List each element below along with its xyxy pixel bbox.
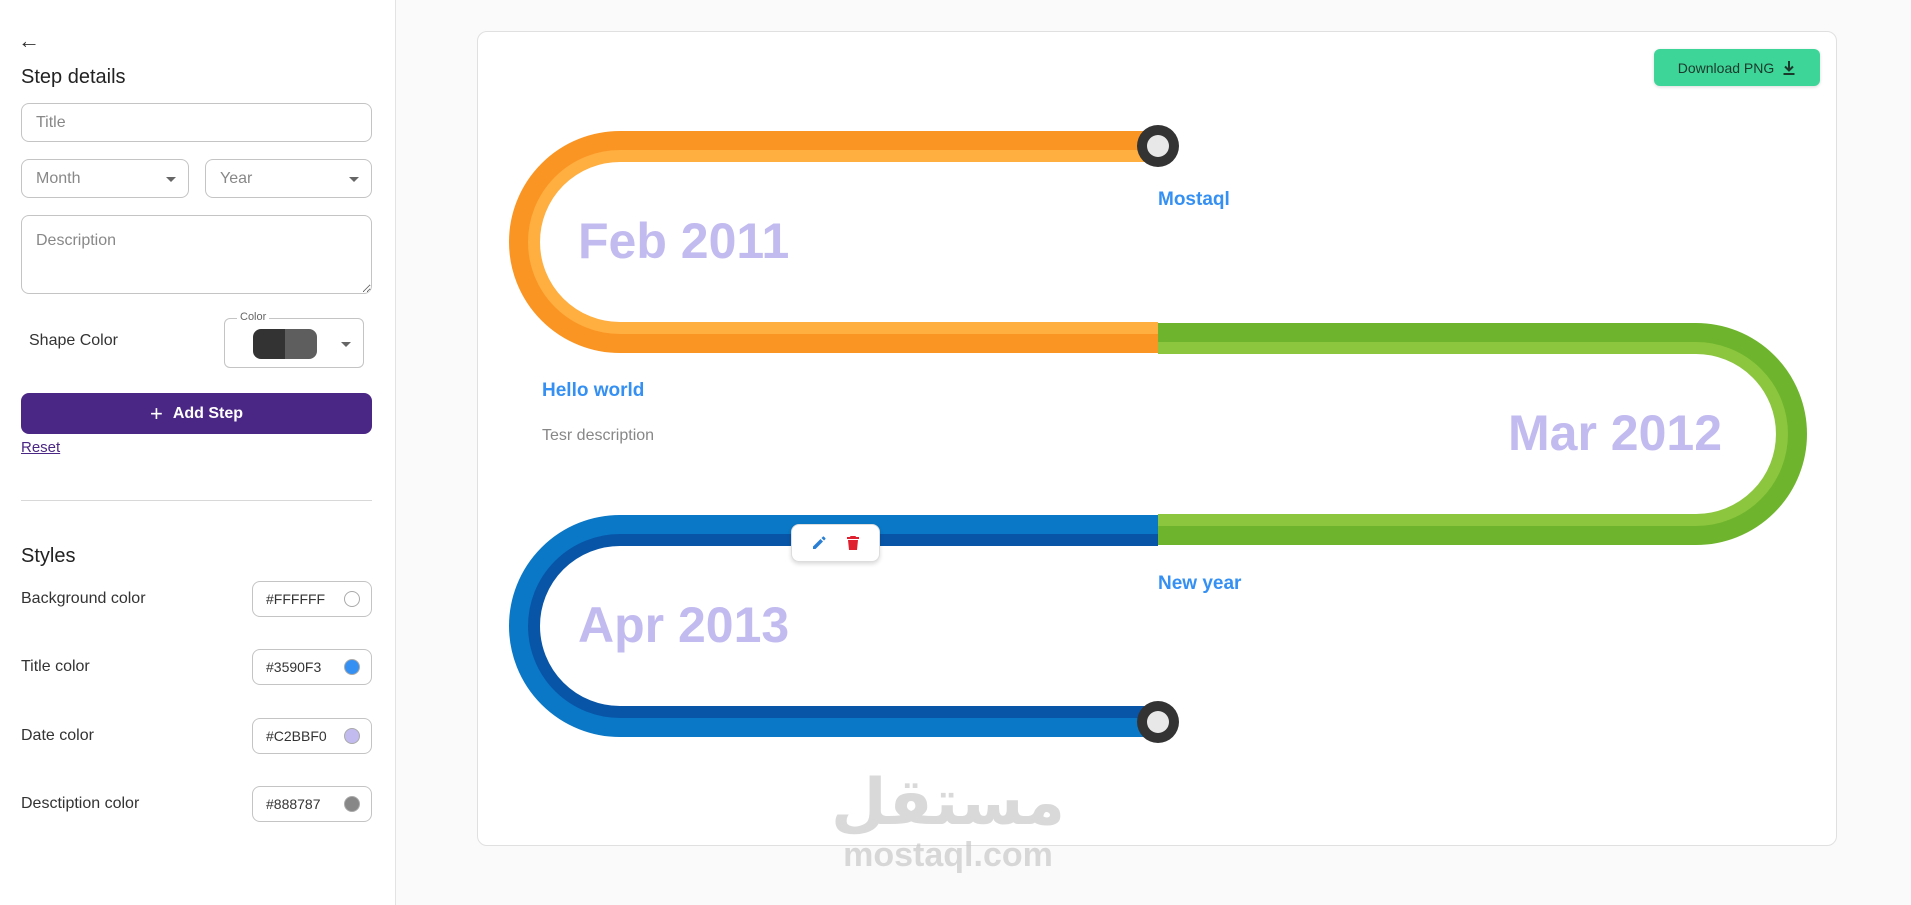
style-label: Background color: [21, 590, 146, 607]
add-step-label: Add Step: [172, 404, 244, 422]
step-date: Mar 2012: [1508, 405, 1723, 461]
background-color-picker[interactable]: #FFFFFF: [252, 581, 372, 617]
year-select-value: Year: [220, 169, 253, 187]
style-row-date: Date color #C2BBF0: [21, 718, 372, 754]
swatch-light: [285, 329, 317, 359]
title-field[interactable]: [21, 103, 372, 142]
end-node: [1137, 701, 1179, 743]
swatch-dark: [253, 329, 285, 359]
color-hex-value: #C2BBF0: [266, 728, 327, 744]
month-select[interactable]: Month: [21, 159, 189, 198]
color-legend: Color: [237, 311, 270, 323]
shape-color-swatch[interactable]: [253, 329, 317, 359]
description-field[interactable]: [21, 215, 372, 294]
start-node: [1137, 125, 1179, 167]
month-select-value: Month: [36, 169, 81, 187]
start-node-center: [1147, 135, 1169, 157]
reset-link[interactable]: Reset: [21, 439, 60, 456]
color-hex-value: #888787: [266, 796, 321, 812]
color-dot: [344, 728, 360, 744]
divider: [21, 500, 372, 501]
shape-color-picker[interactable]: Color: [224, 311, 364, 368]
style-row-description: Desctiption color #888787: [21, 786, 372, 822]
delete-trash-icon[interactable]: [846, 535, 860, 551]
add-step-button[interactable]: + Add Step: [21, 393, 372, 434]
sidebar: ← Step details Month Year Shape Color Co…: [0, 0, 396, 905]
step-toolbar: [791, 524, 880, 562]
step-details-heading: Step details: [21, 66, 126, 88]
style-label: Date color: [21, 727, 94, 744]
description-color-picker[interactable]: #888787: [252, 786, 372, 822]
style-row-title: Title color #3590F3: [21, 649, 372, 685]
title-input[interactable]: [22, 104, 371, 141]
edit-pencil-icon[interactable]: [811, 535, 827, 551]
style-label: Title color: [21, 658, 90, 675]
step-title: Hello world: [542, 380, 645, 401]
step-date: Apr 2013: [578, 597, 790, 653]
plus-icon: +: [149, 400, 163, 426]
color-dot: [344, 659, 360, 675]
date-color-picker[interactable]: #C2BBF0: [252, 718, 372, 754]
year-chevron-down-icon: [349, 176, 359, 182]
color-hex-value: #3590F3: [266, 659, 322, 675]
color-hex-value: #FFFFFF: [266, 591, 326, 607]
month-chevron-down-icon: [166, 176, 176, 182]
style-label: Desctiption color: [21, 795, 140, 812]
timeline-canvas: Download PNG Feb 2011 Mostaql Hello worl…: [477, 31, 1837, 846]
step-title: Mostaql: [1158, 189, 1230, 210]
color-dot: [344, 591, 360, 607]
year-select[interactable]: Year: [205, 159, 372, 198]
step-date: Feb 2011: [578, 213, 790, 269]
description-textarea[interactable]: [22, 216, 371, 293]
title-color-picker[interactable]: #3590F3: [252, 649, 372, 685]
back-arrow-icon[interactable]: ←: [18, 30, 40, 52]
step-description: Tesr description: [542, 427, 655, 444]
color-chevron-down-icon: [341, 342, 351, 347]
shape-color-label: Shape Color: [29, 332, 118, 349]
step-title: New year: [1158, 573, 1242, 594]
end-node-center: [1147, 711, 1169, 733]
color-dot: [344, 796, 360, 812]
style-row-background: Background color #FFFFFF: [21, 581, 372, 617]
styles-heading: Styles: [21, 545, 76, 567]
